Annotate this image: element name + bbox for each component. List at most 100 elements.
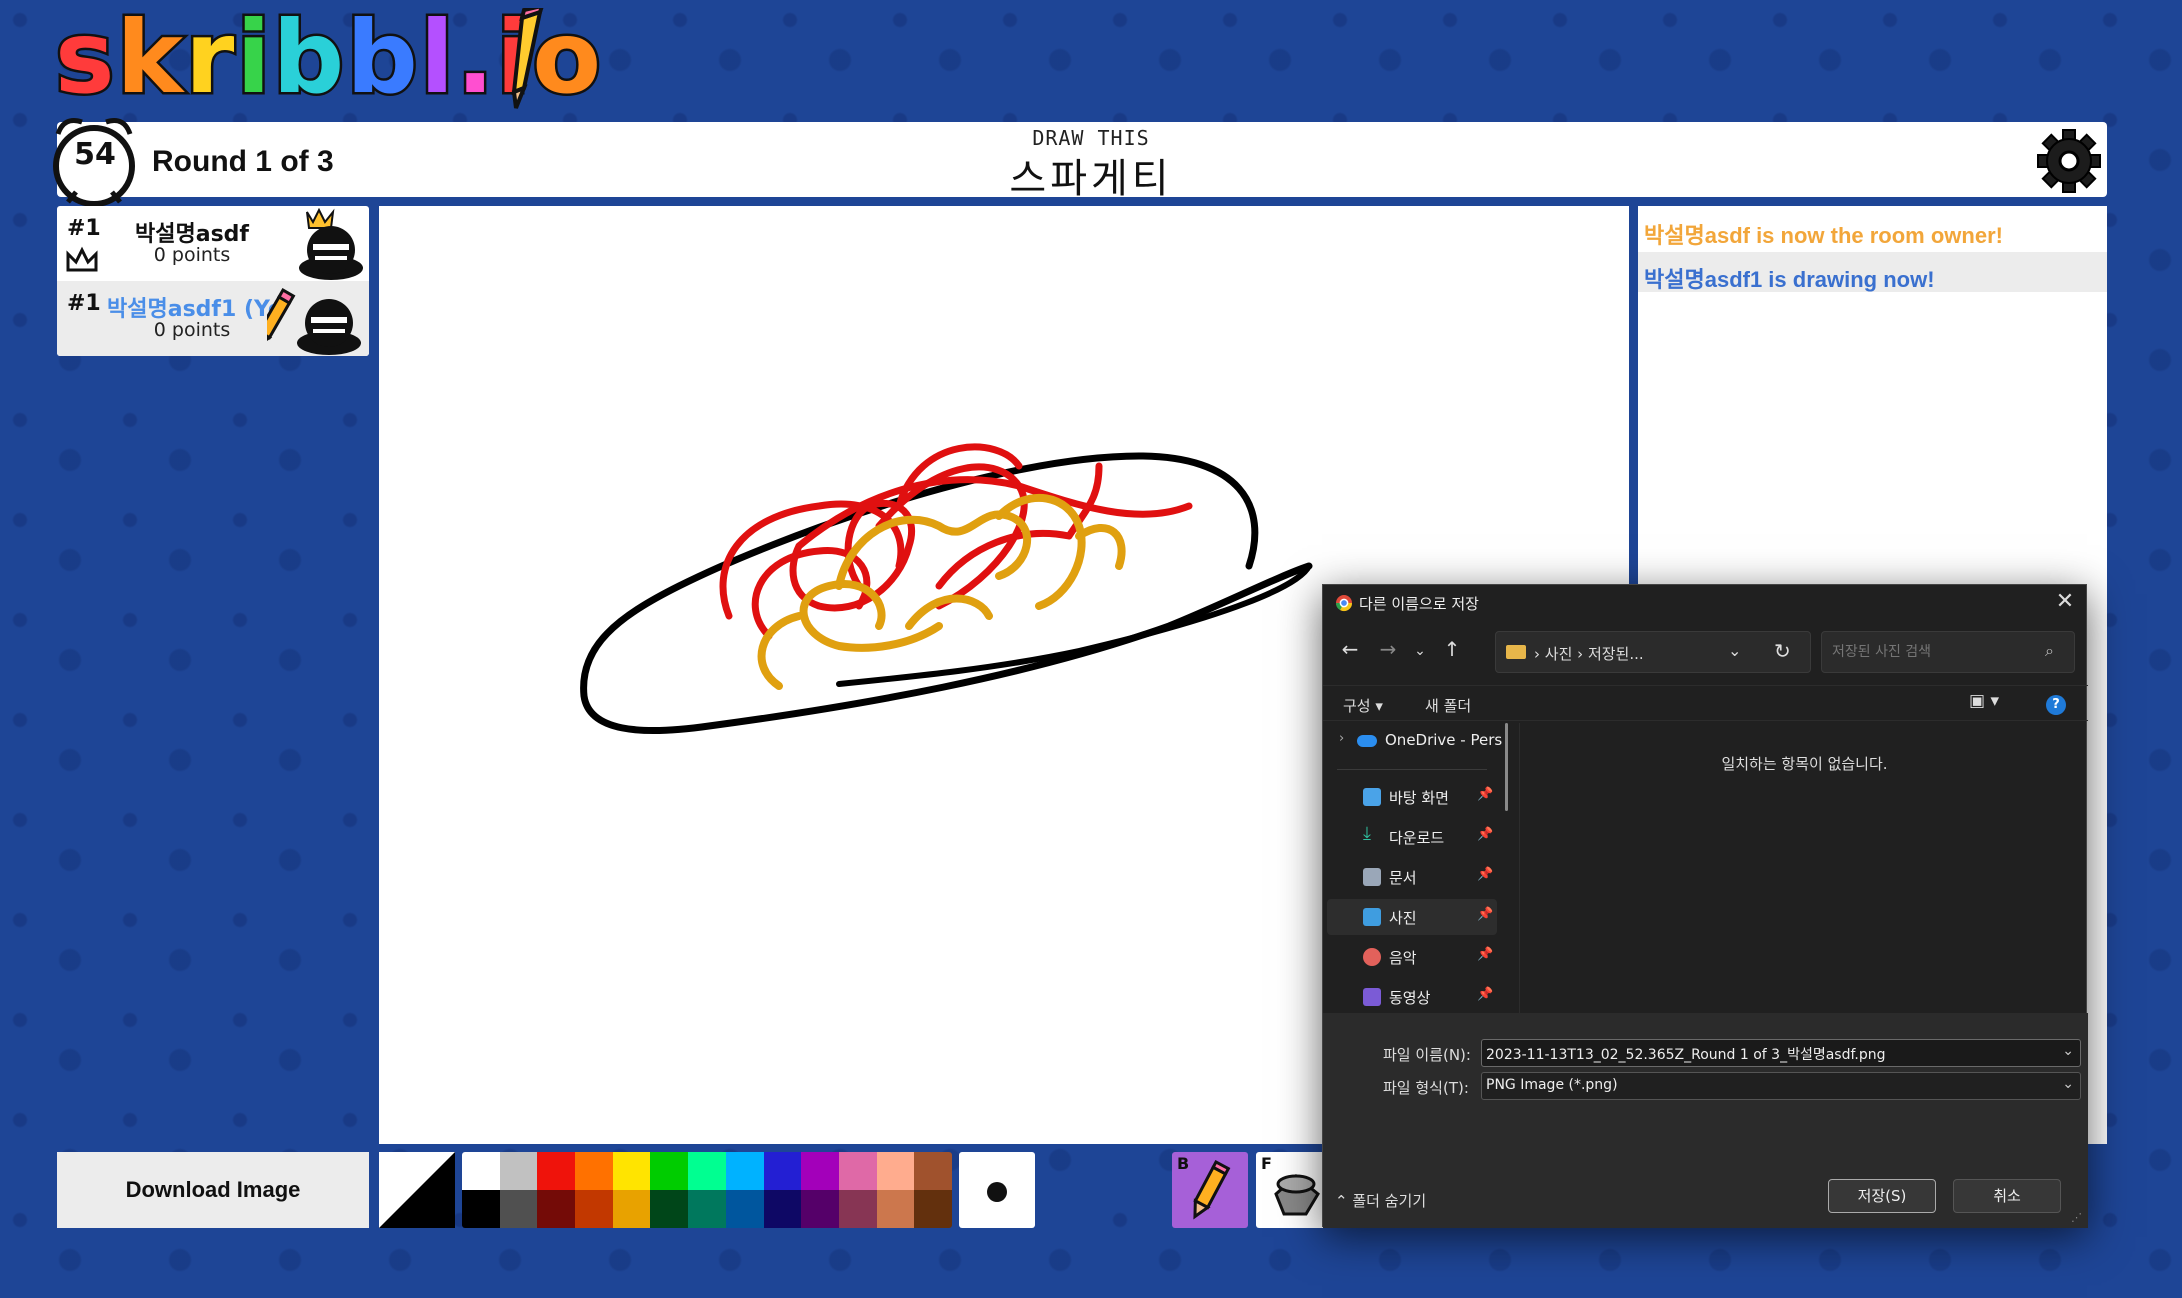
player-points: 0 points	[153, 244, 231, 266]
brush-tool-button[interactable]: B	[1172, 1152, 1248, 1228]
hide-folders-label: 폴더 숨기기	[1352, 1192, 1427, 1210]
chevron-up-icon: ⌃	[1335, 1192, 1348, 1210]
color-swatch[interactable]	[612, 1152, 651, 1190]
color-swatch[interactable]	[725, 1190, 764, 1228]
pin-icon: 📌	[1477, 787, 1494, 802]
color-swatch[interactable]	[838, 1152, 877, 1190]
player-rank: #1	[67, 216, 101, 241]
player-rank: #1	[67, 291, 101, 316]
divider	[1519, 723, 1520, 1013]
download-image-button[interactable]: Download Image	[57, 1152, 369, 1228]
save-as-dialog: 다른 이름으로 저장 ✕ ← → ⌄ ↑ › 사진 › 저장된... ⌄ ↻ ⌕…	[1322, 584, 2088, 1228]
logo-letter: s	[53, 0, 118, 116]
organize-menu[interactable]: 구성 ▾	[1343, 695, 1383, 716]
nav-item-videos[interactable]: 동영상 📌	[1327, 979, 1497, 1013]
brush-size-dot-icon	[987, 1182, 1007, 1202]
color-swatch[interactable]	[650, 1152, 689, 1190]
new-folder-button[interactable]: 새 폴더	[1425, 695, 1471, 716]
nav-item-music[interactable]: 음악 📌	[1327, 939, 1497, 975]
save-button[interactable]: 저장(S)	[1828, 1179, 1936, 1213]
cloud-icon	[1357, 735, 1377, 747]
color-swatch[interactable]	[537, 1190, 576, 1228]
filename-field[interactable]: 2023-11-13T13_02_52.365Z_Round 1 of 3_박설…	[1481, 1039, 2081, 1067]
cancel-button[interactable]: 취소	[1953, 1179, 2061, 1213]
chevron-down-icon[interactable]: ⌄	[2062, 1043, 2074, 1059]
breadcrumb: › 사진 › 저장된...	[1534, 645, 1644, 663]
color-swatch[interactable]	[914, 1190, 952, 1228]
color-swatch[interactable]	[801, 1152, 839, 1190]
color-swatch[interactable]	[838, 1190, 877, 1228]
logo-letter: b	[270, 0, 347, 116]
word-to-draw: 스파게티	[1009, 156, 1173, 202]
navigation-pane: › OneDrive - Pers 바탕 화면 📌 ⤓ 다운로드 📌 문서 📌 …	[1323, 723, 1521, 1013]
search-input[interactable]	[1821, 631, 2075, 673]
nav-item-downloads[interactable]: ⤓ 다운로드 📌	[1327, 819, 1497, 855]
brush-size-button[interactable]	[959, 1152, 1035, 1228]
chevron-down-icon[interactable]: ⌄	[2062, 1076, 2074, 1092]
resize-grip-icon[interactable]: ⋰	[2071, 1211, 2083, 1224]
video-icon	[1363, 988, 1381, 1006]
settings-gear-icon[interactable]	[2036, 128, 2102, 194]
breadcrumb-item[interactable]: 사진	[1545, 645, 1573, 663]
color-swatch[interactable]	[914, 1152, 952, 1190]
nav-item-label: 음악	[1389, 949, 1417, 967]
color-swatch[interactable]	[688, 1190, 726, 1228]
back-arrow-icon[interactable]: ←	[1335, 637, 1365, 667]
color-swap-button[interactable]	[379, 1152, 455, 1228]
contrast-icon	[379, 1152, 455, 1228]
nav-item-desktop[interactable]: 바탕 화면 📌	[1327, 779, 1497, 815]
nav-item-label: 사진	[1389, 909, 1417, 927]
color-swatch[interactable]	[876, 1152, 915, 1190]
color-swatch[interactable]	[575, 1152, 613, 1190]
color-swatch[interactable]	[650, 1190, 689, 1228]
nav-item-documents[interactable]: 문서 📌	[1327, 859, 1497, 895]
refresh-icon[interactable]: ↻	[1774, 639, 1791, 663]
color-swatch[interactable]	[688, 1152, 726, 1190]
up-arrow-icon[interactable]: ↑	[1437, 637, 1467, 667]
recent-locations-chevron-icon[interactable]: ⌄	[1405, 643, 1435, 673]
chat-message: 박설명asdf1 is drawing now!	[1638, 252, 2107, 292]
color-swatch[interactable]	[801, 1190, 839, 1228]
nav-item-label: 문서	[1389, 869, 1417, 887]
chevron-right-icon[interactable]: ›	[1339, 731, 1344, 746]
fill-tool-button[interactable]: F	[1256, 1152, 1332, 1228]
color-swatch[interactable]	[537, 1152, 576, 1190]
chevron-down-icon[interactable]: ⌄	[1728, 641, 1741, 660]
player-row[interactable]: #1 박설명asdf 0 points	[57, 206, 369, 281]
color-swatch[interactable]	[763, 1190, 802, 1228]
document-icon	[1363, 868, 1381, 886]
empty-state-message: 일치하는 항목이 없습니다.	[1721, 755, 1888, 773]
pin-icon: 📌	[1477, 907, 1494, 922]
filetype-value: PNG Image (*.png)	[1486, 1077, 1618, 1093]
color-swatch[interactable]	[462, 1190, 500, 1228]
color-swatch[interactable]	[499, 1152, 538, 1190]
color-swatch[interactable]	[612, 1190, 651, 1228]
color-swatch[interactable]	[575, 1190, 613, 1228]
color-swatch[interactable]	[876, 1190, 915, 1228]
logo-letter: .	[454, 0, 497, 116]
nav-item-onedrive[interactable]: › OneDrive - Pers	[1327, 723, 1502, 759]
pin-icon: 📌	[1477, 987, 1494, 1002]
hide-folders-toggle[interactable]: ⌃ 폴더 숨기기	[1335, 1190, 1426, 1211]
nav-item-pictures[interactable]: 사진 📌	[1327, 899, 1497, 935]
pencil-icon	[1193, 1160, 1231, 1220]
nav-scrollbar[interactable]	[1505, 723, 1508, 811]
color-swatch[interactable]	[499, 1190, 538, 1228]
pin-icon: 📌	[1477, 867, 1494, 882]
filetype-select[interactable]: PNG Image (*.png) ⌄	[1481, 1072, 2081, 1100]
player-avatar	[267, 288, 361, 355]
player-row[interactable]: #1 박설명asdf1 (You) 0 points	[57, 281, 369, 356]
view-options-icon[interactable]: ▣ ▾	[1969, 691, 2009, 715]
breadcrumb-item[interactable]: 저장된...	[1588, 645, 1644, 663]
close-icon[interactable]: ✕	[2051, 589, 2079, 617]
help-icon[interactable]: ?	[2046, 695, 2066, 715]
color-swatch[interactable]	[462, 1152, 500, 1190]
address-bar[interactable]: › 사진 › 저장된... ⌄ ↻	[1495, 631, 1811, 673]
forward-arrow-icon[interactable]: →	[1373, 637, 1403, 667]
search-icon: ⌕	[2045, 641, 2054, 660]
logo-letter: l	[417, 0, 457, 116]
divider	[1337, 769, 1487, 770]
color-swatch[interactable]	[763, 1152, 802, 1190]
color-swatch[interactable]	[725, 1152, 764, 1190]
logo-pencil-icon	[511, 8, 544, 109]
